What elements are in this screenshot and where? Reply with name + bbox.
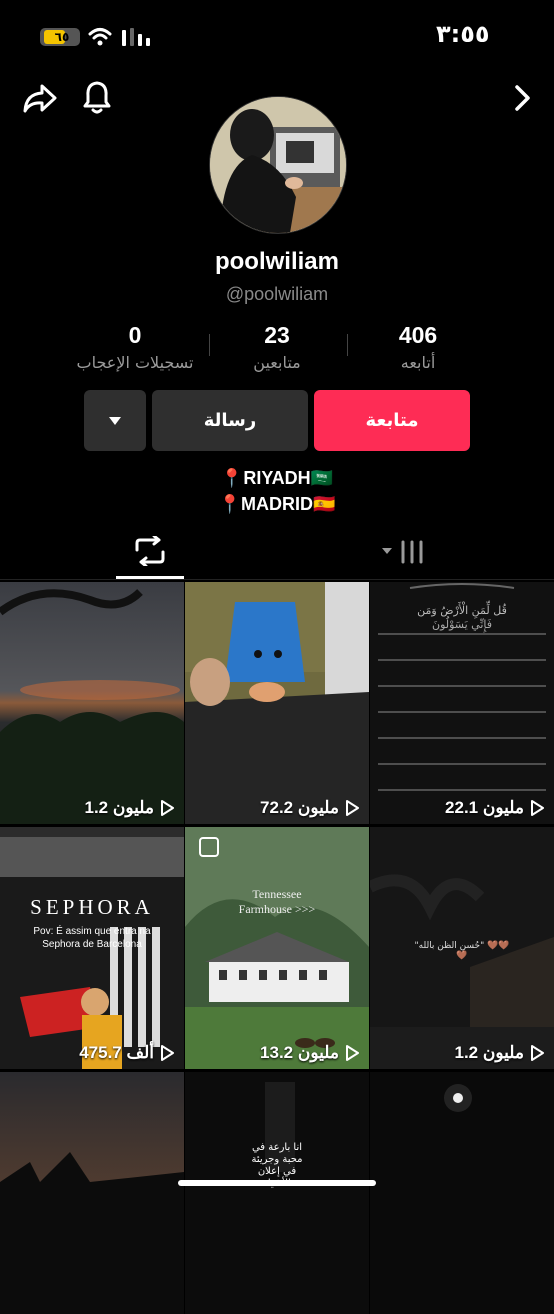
view-count: 1.2 مليون bbox=[85, 798, 174, 818]
followers-count: 23 bbox=[264, 322, 290, 348]
video-tile[interactable]: قُل لِّمَنِ الْأَرْضُ وَمَن فَإِنِّي يَس… bbox=[370, 582, 554, 824]
video-caption: قُل لِّمَنِ الْأَرْضُ وَمَن bbox=[417, 604, 507, 617]
view-count: 13.2 مليون bbox=[260, 1043, 359, 1063]
profile-username: poolwiliam bbox=[214, 248, 339, 275]
play-icon bbox=[346, 1045, 359, 1061]
video-caption: "حُسن الظن بالله" 🤎🤎🤎 bbox=[414, 941, 510, 961]
likes-count: 0 bbox=[128, 322, 142, 348]
battery-level: ٦٥ bbox=[54, 30, 70, 44]
repost-icon[interactable] bbox=[133, 534, 167, 570]
caret-down-icon bbox=[109, 416, 121, 425]
video-caption: Pov: É assim que entra na Sephora de Bar… bbox=[33, 926, 151, 950]
wifi-icon bbox=[88, 27, 112, 51]
status-time: ٣:٥٥ bbox=[436, 20, 490, 48]
play-icon bbox=[161, 1045, 174, 1061]
video-tile[interactable]: "حُسن الظن بالله" 🤎🤎🤎 1.2 مليون bbox=[370, 827, 554, 1069]
view-count: 1.2 مليون bbox=[455, 1043, 544, 1063]
likes-label: تسجيلات الإعجاب bbox=[76, 353, 194, 372]
stat-following[interactable]: 406 أتابعه bbox=[338, 322, 498, 372]
signal-icon bbox=[122, 28, 152, 50]
view-count: 22.1 مليون bbox=[445, 798, 544, 818]
chevron-right-icon[interactable] bbox=[512, 84, 532, 116]
video-tile[interactable]: 1.2 مليون bbox=[0, 582, 184, 824]
video-tile[interactable]: Tennessee Farmhouse >>> 13.2 مليون bbox=[185, 827, 369, 1069]
follow-button[interactable]: متابعة bbox=[314, 390, 470, 451]
following-label: أتابعه bbox=[400, 353, 436, 372]
avatar[interactable] bbox=[209, 96, 347, 234]
bio-line: 📍MADRID🇪🇸 bbox=[218, 494, 336, 514]
battery-icon: ٦٥ bbox=[40, 28, 80, 46]
home-indicator[interactable] bbox=[178, 1180, 376, 1186]
view-count: 72.2 مليون bbox=[260, 798, 359, 818]
message-button[interactable]: رسالة bbox=[152, 390, 308, 451]
multi-photo-icon bbox=[199, 837, 219, 857]
play-icon bbox=[346, 800, 359, 816]
grid-bars-icon[interactable] bbox=[382, 540, 426, 568]
video-tile[interactable]: SEPHORA Pov: É assim que entra na Sephor… bbox=[0, 827, 184, 1069]
profile-handle: @poolwiliam bbox=[225, 284, 329, 304]
video-tile[interactable]: 72.2 مليون bbox=[185, 582, 369, 824]
video-tile[interactable] bbox=[370, 1072, 554, 1314]
share-arrow-icon[interactable] bbox=[22, 82, 58, 118]
bio-line: 📍RIYADH🇸🇦 bbox=[220, 468, 334, 488]
stat-likes[interactable]: 0 تسجيلات الإعجاب bbox=[55, 322, 215, 372]
bell-icon[interactable] bbox=[82, 80, 112, 118]
video-caption: فَإِنِّي يَسَوْلُونَ bbox=[431, 618, 492, 631]
followers-label: متابعين bbox=[253, 353, 301, 372]
video-tile[interactable] bbox=[0, 1072, 184, 1314]
tab-divider bbox=[0, 579, 554, 580]
following-count: 406 bbox=[398, 322, 438, 348]
stat-followers[interactable]: 23 متابعين bbox=[197, 322, 357, 372]
play-icon bbox=[531, 1045, 544, 1061]
store-sign: SEPHORA bbox=[30, 895, 154, 919]
suggested-accounts-button[interactable] bbox=[84, 390, 146, 451]
video-tile[interactable]: انا بارعة في محبة وجريئة في إعلان الأشيا… bbox=[185, 1072, 369, 1314]
video-caption: Tennessee Farmhouse >>> bbox=[238, 887, 316, 916]
play-icon bbox=[531, 800, 544, 816]
play-icon bbox=[161, 800, 174, 816]
view-count: 475.7 ألف bbox=[79, 1043, 174, 1063]
